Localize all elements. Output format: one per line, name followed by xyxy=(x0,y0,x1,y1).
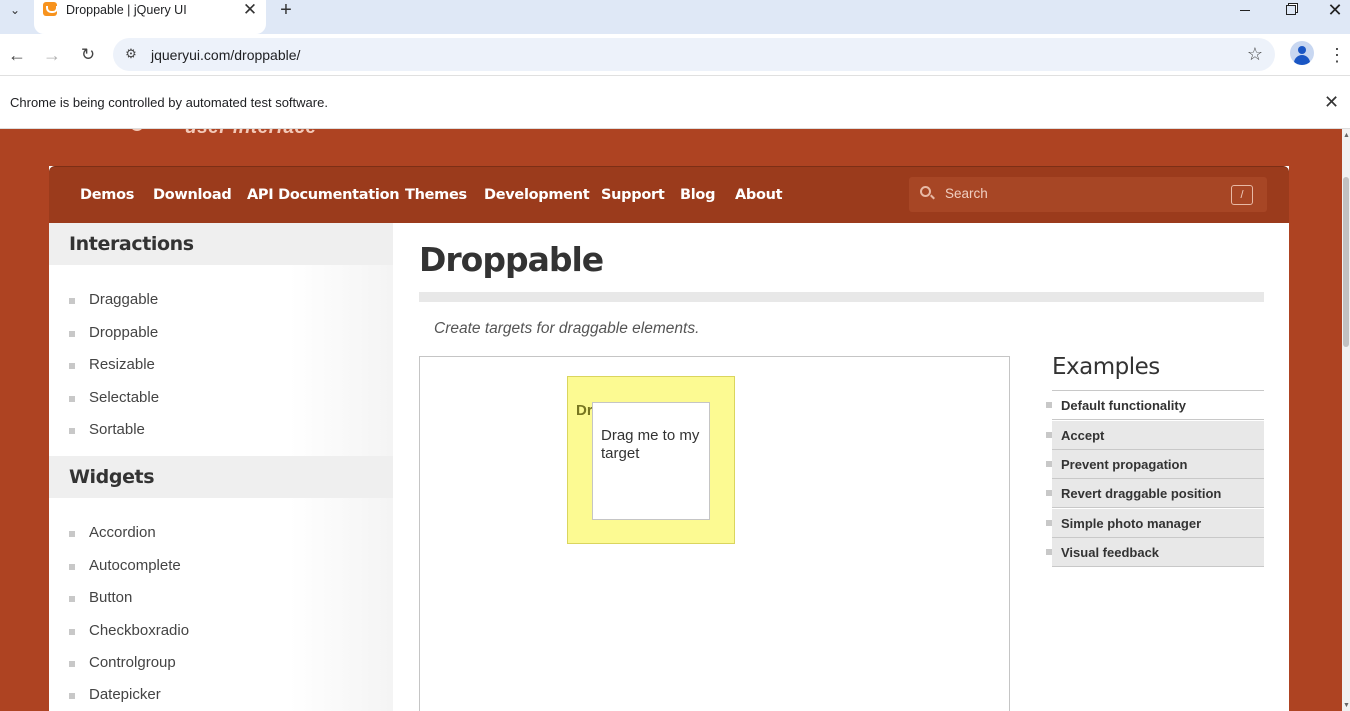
sidebar-item-label[interactable]: Draggable xyxy=(89,291,158,308)
bullet xyxy=(69,331,75,337)
window-close-icon[interactable]: ✕ xyxy=(1312,0,1350,20)
nav-download[interactable]: Download xyxy=(153,187,232,203)
sidebar-item-label[interactable]: Resizable xyxy=(89,356,155,373)
search-placeholder: Search xyxy=(945,186,988,201)
search-input[interactable]: Search / xyxy=(909,177,1267,212)
bullet xyxy=(1046,402,1052,408)
scroll-down-arrow-icon[interactable]: ▼ xyxy=(1343,702,1350,709)
automation-infobar: Chrome is being controlled by automated … xyxy=(0,77,1350,129)
page-title: Droppable xyxy=(419,240,604,279)
tab-close-icon[interactable]: ✕ xyxy=(240,0,260,20)
sidebar-item-label[interactable]: Accordion xyxy=(89,524,156,541)
jquery-logo-icon xyxy=(130,129,144,131)
example-link-label[interactable]: Default functionality xyxy=(1061,398,1186,413)
title-divider xyxy=(419,292,1264,302)
bullet xyxy=(69,298,75,304)
sidebar-item-label[interactable]: Sortable xyxy=(89,421,145,438)
draggable-label: Drag me to my target xyxy=(601,427,700,462)
bullet xyxy=(69,396,75,402)
back-arrow-icon[interactable]: ← xyxy=(2,40,32,70)
nav-support[interactable]: Support xyxy=(601,187,665,203)
example-link-label[interactable]: Revert draggable position xyxy=(1061,486,1221,501)
reload-icon[interactable]: ↻ xyxy=(73,40,103,70)
nav-demos[interactable]: Demos xyxy=(80,187,134,203)
logo-tagline: user interface xyxy=(185,129,317,139)
bullet xyxy=(69,629,75,635)
example-link-label[interactable]: Accept xyxy=(1061,428,1104,443)
sidebar-item-label[interactable]: Droppable xyxy=(89,324,158,341)
bullet xyxy=(1046,461,1052,467)
search-icon xyxy=(920,186,931,197)
bullet xyxy=(69,363,75,369)
example-link-label[interactable]: Visual feedback xyxy=(1061,545,1159,560)
infobar-message: Chrome is being controlled by automated … xyxy=(10,95,328,110)
demo-frame: Drop here Drag me to my target xyxy=(419,356,1010,711)
browser-toolbar: ← → ↻ ⚙ jqueryui.com/droppable/ ☆ ⋮ xyxy=(0,34,1350,76)
kebab-menu-icon[interactable]: ⋮ xyxy=(1327,40,1347,70)
sidebar-heading-label: Interactions xyxy=(69,233,194,255)
site-info-icon[interactable]: ⚙ xyxy=(123,46,139,62)
nav-blog[interactable]: Blog xyxy=(680,187,715,203)
url-text[interactable]: jqueryui.com/droppable/ xyxy=(151,47,300,63)
sidebar: Interactions Draggable Droppable Resizab… xyxy=(49,223,393,711)
bullet xyxy=(1046,490,1052,496)
bullet xyxy=(69,428,75,434)
maximize-icon[interactable] xyxy=(1268,0,1314,20)
scroll-up-arrow-icon[interactable]: ▲ xyxy=(1343,132,1350,139)
search-shortcut-key: / xyxy=(1231,185,1253,205)
bullet xyxy=(69,564,75,570)
example-revert-draggable-position[interactable]: Revert draggable position xyxy=(1046,479,1264,508)
page-subtitle: Create targets for draggable elements. xyxy=(434,320,700,337)
tab-search-chevron-down-icon[interactable]: ⌄ xyxy=(4,0,26,20)
scrollbar-thumb[interactable] xyxy=(1343,177,1349,347)
tab-strip: ⌄ Droppable | jQuery UI ✕ + ✕ xyxy=(0,0,1350,34)
bullet xyxy=(1046,432,1052,438)
bullet xyxy=(69,596,75,602)
tab-title: Droppable | jQuery UI xyxy=(66,3,187,17)
content-container: Demos Download API Documentation Themes … xyxy=(49,166,1289,711)
bullet xyxy=(1046,520,1052,526)
bullet xyxy=(69,661,75,667)
example-accept[interactable]: Accept xyxy=(1046,421,1264,450)
draggable-box[interactable]: Drag me to my target xyxy=(592,402,710,520)
sidebar-heading-interactions: Interactions xyxy=(49,223,393,265)
minimize-icon[interactable] xyxy=(1222,0,1268,20)
example-simple-photo-manager[interactable]: Simple photo manager xyxy=(1046,509,1264,538)
address-bar[interactable]: ⚙ jqueryui.com/droppable/ ☆ xyxy=(113,38,1275,71)
nav-themes[interactable]: Themes xyxy=(405,187,467,203)
jquery-favicon-icon xyxy=(43,2,58,16)
nav-about[interactable]: About xyxy=(735,187,783,203)
sidebar-item-label[interactable]: Datepicker xyxy=(89,686,161,703)
main-navigation: Demos Download API Documentation Themes … xyxy=(49,166,1289,223)
forward-arrow-icon[interactable]: → xyxy=(37,40,67,70)
bullet xyxy=(69,531,75,537)
infobar-close-icon[interactable]: ✕ xyxy=(1324,92,1339,113)
example-link-label[interactable]: Simple photo manager xyxy=(1061,516,1201,531)
new-tab-plus-icon[interactable]: + xyxy=(275,0,297,21)
page-background: user interface Demos Download API Docume… xyxy=(0,129,1342,711)
bookmark-star-icon[interactable]: ☆ xyxy=(1247,44,1263,65)
profile-avatar-icon[interactable] xyxy=(1290,41,1314,65)
example-visual-feedback[interactable]: Visual feedback xyxy=(1046,538,1264,567)
nav-api-documentation[interactable]: API Documentation xyxy=(247,187,400,203)
sidebar-item-label[interactable]: Controlgroup xyxy=(89,654,176,671)
bullet xyxy=(69,693,75,699)
sidebar-item-label[interactable]: Autocomplete xyxy=(89,557,181,574)
sidebar-item-label[interactable]: Button xyxy=(89,589,132,606)
example-link-label[interactable]: Prevent propagation xyxy=(1061,457,1187,472)
sidebar-heading-label: Widgets xyxy=(69,466,155,488)
sidebar-heading-widgets: Widgets xyxy=(49,456,393,498)
active-tab[interactable]: Droppable | jQuery UI ✕ xyxy=(34,0,266,34)
sidebar-item-label[interactable]: Checkboxradio xyxy=(89,622,189,639)
example-default-functionality[interactable]: Default functionality xyxy=(1046,391,1264,420)
example-prevent-propagation[interactable]: Prevent propagation xyxy=(1046,450,1264,479)
nav-development[interactable]: Development xyxy=(484,187,590,203)
bullet xyxy=(1046,549,1052,555)
sidebar-item-label[interactable]: Selectable xyxy=(89,389,159,406)
page-scrollbar[interactable]: ▲ ▼ xyxy=(1342,129,1350,711)
examples-heading: Examples xyxy=(1052,354,1160,380)
